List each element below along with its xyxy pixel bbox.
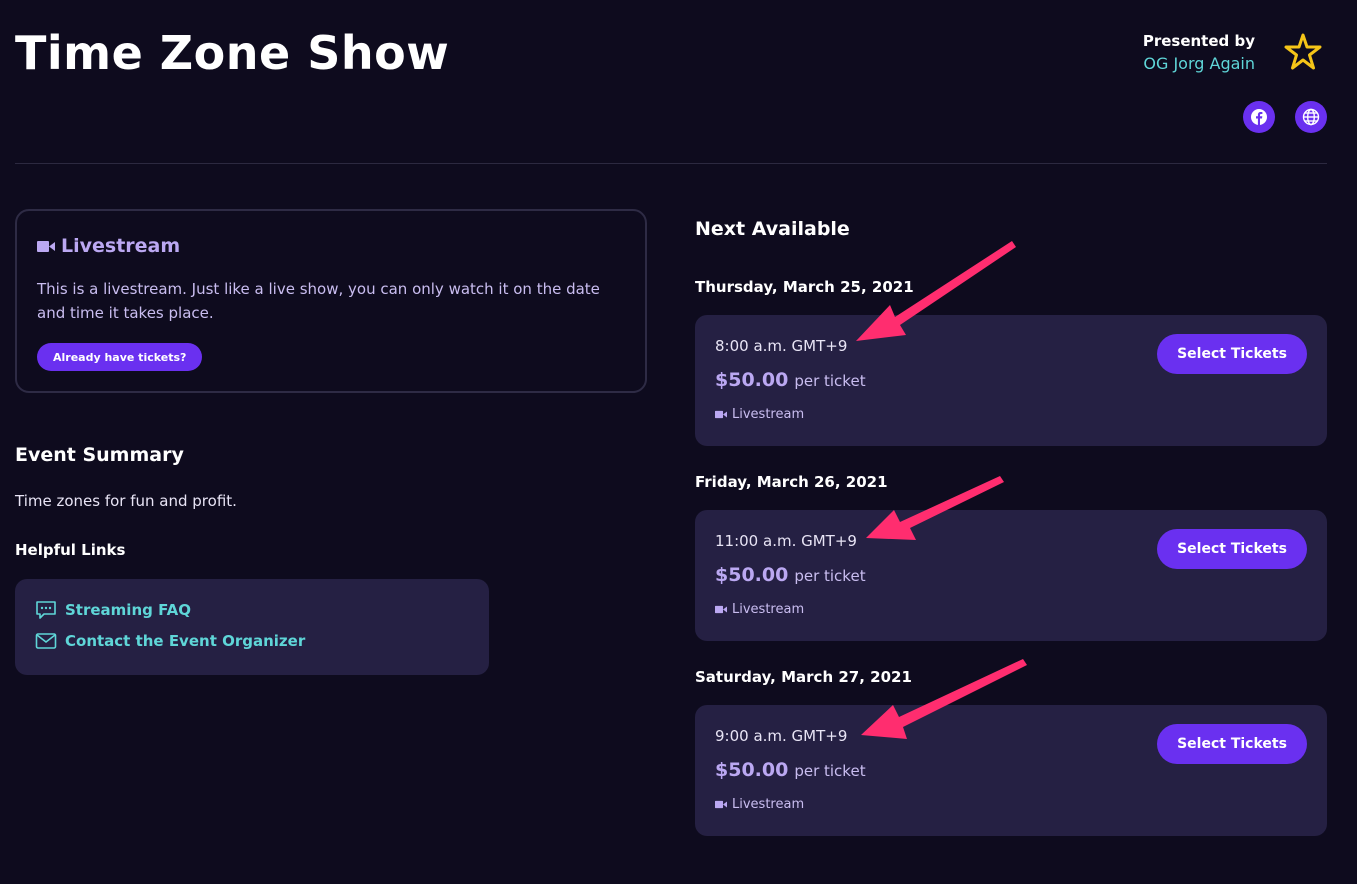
showing-price-row: $50.00 per ticket	[715, 564, 866, 586]
envelope-icon	[35, 633, 57, 649]
showing-price: $50.00	[715, 759, 789, 781]
showing-price: $50.00	[715, 369, 789, 391]
video-camera-icon	[715, 605, 727, 614]
video-camera-icon	[37, 240, 55, 252]
per-ticket-label: per ticket	[794, 567, 866, 585]
livestream-description: This is a livestream. Just like a live s…	[37, 280, 600, 322]
contact-organizer-label: Contact the Event Organizer	[65, 632, 306, 650]
next-available-heading: Next Available	[695, 218, 850, 240]
star-logo-icon[interactable]	[1280, 30, 1326, 76]
select-tickets-button[interactable]: Select Tickets	[1157, 334, 1307, 374]
showing-date: Friday, March 26, 2021	[695, 473, 888, 491]
streaming-faq-label: Streaming FAQ	[65, 601, 191, 619]
showing-price-row: $50.00 per ticket	[715, 759, 866, 781]
select-tickets-button[interactable]: Select Tickets	[1157, 529, 1307, 569]
showing-card: 8:00 a.m. GMT+9 $50.00 per ticket Livest…	[695, 315, 1327, 446]
showing-time: 11:00 a.m. GMT+9	[715, 532, 857, 550]
presenter-block: Presented by OG Jorg Again	[1143, 32, 1255, 73]
showing-card: 11:00 a.m. GMT+9 $50.00 per ticket Lives…	[695, 510, 1327, 641]
streaming-faq-link[interactable]: Streaming FAQ	[35, 600, 191, 620]
header-divider	[15, 163, 1327, 164]
showing-type-label: Livestream	[732, 407, 805, 422]
event-summary-text: Time zones for fun and profit.	[15, 492, 237, 510]
already-have-tickets-button[interactable]: Already have tickets?	[37, 343, 203, 371]
video-camera-icon	[715, 410, 727, 419]
showing-type-label: Livestream	[732, 602, 805, 617]
video-camera-icon	[715, 800, 727, 809]
select-tickets-button[interactable]: Select Tickets	[1157, 724, 1307, 764]
showing-time: 9:00 a.m. GMT+9	[715, 727, 848, 745]
livestream-heading-text: Livestream	[61, 235, 181, 257]
globe-icon	[1302, 108, 1320, 126]
livestream-info-box: Livestream This is a livestream. Just li…	[15, 209, 647, 393]
event-summary-heading: Event Summary	[15, 444, 184, 466]
facebook-icon	[1251, 109, 1267, 125]
helpful-links-box: Streaming FAQ Contact the Event Organize…	[15, 579, 489, 675]
per-ticket-label: per ticket	[794, 372, 866, 390]
showing-type: Livestream	[715, 797, 804, 812]
showing-time: 8:00 a.m. GMT+9	[715, 337, 848, 355]
chat-bubble-icon	[36, 601, 56, 619]
showing-card: 9:00 a.m. GMT+9 $50.00 per ticket Livest…	[695, 705, 1327, 836]
presented-by-label: Presented by	[1142, 32, 1255, 50]
helpful-links-heading: Helpful Links	[15, 541, 126, 559]
showing-type: Livestream	[715, 602, 804, 617]
showing-date: Saturday, March 27, 2021	[695, 668, 912, 686]
showing-type-label: Livestream	[732, 797, 805, 812]
showing-type: Livestream	[715, 407, 804, 422]
per-ticket-label: per ticket	[794, 762, 866, 780]
showing-price: $50.00	[715, 564, 789, 586]
facebook-button[interactable]	[1243, 101, 1275, 133]
showing-price-row: $50.00 per ticket	[715, 369, 866, 391]
page-title: Time Zone Show	[15, 26, 450, 80]
contact-organizer-link[interactable]: Contact the Event Organizer	[35, 632, 305, 650]
website-button[interactable]	[1295, 101, 1327, 133]
presenter-link[interactable]: OG Jorg Again	[1143, 54, 1255, 73]
showing-date: Thursday, March 25, 2021	[695, 278, 914, 296]
livestream-heading: Livestream	[37, 235, 180, 257]
